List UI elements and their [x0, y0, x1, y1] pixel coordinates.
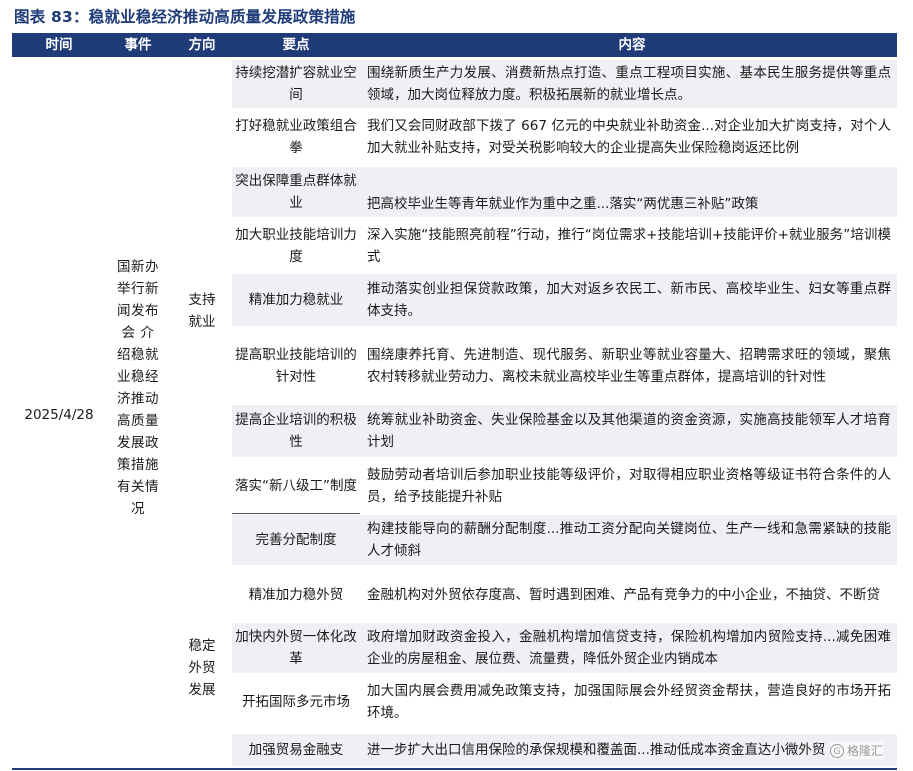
- row-key: 提高职业技能培训的针对性: [235, 346, 357, 385]
- row-content: 统筹就业补助资金、失业保险基金以及其他渠道的资金资源，实施高技能领军人才培育计划: [367, 412, 891, 450]
- watermark: G 格隆汇: [830, 742, 884, 759]
- event-line: 业稳经: [117, 369, 159, 385]
- table-row: 加快内外贸一体化改革 政府增加财政资金投入，金融机构增加信贷支持，保险机构增加内…: [232, 623, 897, 673]
- header-key-point: 要点: [282, 37, 310, 53]
- direction-employment: 支持 就业: [176, 289, 228, 333]
- row-key: 突出保障重点群体就业: [235, 173, 357, 211]
- table-header: 时间 事件 方向 要点 内容: [12, 33, 897, 57]
- row-content: 鼓励劳动者培训后参加职业技能等级评价，对取得相应职业资格等级证书符合条件的人员，…: [367, 467, 891, 505]
- row-content: 推动落实创业担保贷款政策，加大对返乡农民工、新市民、高校毕业生、妇女等重点群体支…: [367, 281, 891, 319]
- table-row: 完善分配制度 构建技能导向的薪酬分配制度...推动工资分配向关键岗位、生产一线和…: [232, 515, 897, 565]
- row-content: 围绕新质生产力发展、消费新热点打造、重点工程项目实施、基本民生服务提供等重点领域…: [367, 65, 891, 103]
- direction-line: 稳定: [188, 638, 216, 654]
- table-row: 提高职业技能培训的针对性 围绕康养托育、先进制造、现代服务、新职业等就业容量大、…: [232, 329, 897, 402]
- row-content: 金融机构对外贸依存度高、暂时遇到困难、产品有竞争力的中小企业，不抽贷、不断贷: [367, 586, 880, 603]
- row-key: 持续挖潜扩容就业空间: [235, 65, 357, 103]
- table-row: 加大职业技能培训力度 深入实施“技能照亮前程”行动，推行“岗位需求+技能培训+技…: [232, 220, 897, 272]
- event-line: 绍稳就: [117, 347, 159, 363]
- header-direction: 方向: [188, 37, 216, 53]
- event-line: 策措施: [117, 457, 159, 473]
- event-cell: 国新办 举行新 闻发布 会 介 绍稳就 业稳经 济推动 高质量 发展政 策措施 …: [104, 256, 172, 520]
- event-line: 高质量: [117, 413, 159, 429]
- row-key: 提高企业培训的积极性: [235, 412, 357, 450]
- event-line: 济推动: [117, 391, 159, 407]
- time-cell: 2025/4/28: [24, 407, 94, 423]
- event-line: 闻发布: [117, 303, 159, 319]
- event-line: 况: [131, 501, 145, 517]
- direction-trade: 稳定 外贸 发展: [176, 635, 228, 701]
- table-row: 持续挖潜扩容就业空间 围绕新质生产力发展、消费新热点打造、重点工程项目实施、基本…: [232, 60, 897, 108]
- row-content: 围绕康养托育、先进制造、现代服务、新职业等就业容量大、招聘需求旺的领域，聚焦农村…: [367, 346, 891, 385]
- header-content: 内容: [618, 37, 646, 53]
- header-time: 时间: [45, 37, 73, 53]
- table-row: 加强贸易金融支 进一步扩大出口信用保险的承保规模和覆盖面...推动低成本资金直达…: [232, 734, 897, 766]
- direction-line: 支持: [188, 292, 216, 308]
- figure-title: 图表 83：稳就业稳经济推动高质量发展政策措施: [14, 8, 356, 26]
- table-row: 精准加力稳就业 推动落实创业担保贷款政策，加大对返乡农民工、新市民、高校毕业生、…: [232, 274, 897, 326]
- row-content: 进一步扩大出口信用保险的承保规模和覆盖面...推动低成本资金直达小微外贸: [367, 742, 826, 758]
- table-row: 打好稳就业政策组合拳 我们又会同财政部下拨了 667 亿元的中央就业补助资金..…: [232, 111, 897, 162]
- table-bottom-rule: [12, 768, 897, 770]
- event-line: 发展政: [117, 435, 159, 451]
- section-divider: [232, 513, 360, 514]
- row-content: 把高校毕业生等青年就业作为重中之重...落实“两优惠三补贴”政策: [367, 196, 759, 212]
- watermark-logo-icon: G: [830, 743, 844, 758]
- table-row: 突出保障重点群体就业 把高校毕业生等青年就业作为重中之重...落实“两优惠三补贴…: [232, 167, 897, 217]
- row-key: 加强贸易金融支: [248, 742, 344, 758]
- event-line: 会 介: [121, 325, 155, 341]
- direction-line: 发展: [188, 682, 216, 698]
- direction-line: 就业: [188, 314, 216, 330]
- row-key: 落实“新八级工”制度: [235, 478, 357, 494]
- row-key: 打好稳就业政策组合拳: [235, 117, 357, 156]
- table-row: 精准加力稳外贸 金融机构对外贸依存度高、暂时遇到困难、产品有竞争力的中小企业，不…: [232, 567, 897, 622]
- row-content: 加大国内展会费用减免政策支持，加强国际展会外经贸资金帮扶，营造良好的市场开拓环境…: [367, 683, 891, 721]
- row-key: 开拓国际多元市场: [242, 694, 350, 710]
- event-line: 国新办: [117, 259, 159, 275]
- event-line: 举行新: [117, 281, 159, 297]
- row-content: 深入实施“技能照亮前程”行动，推行“岗位需求+技能培训+技能评价+就业服务”培训…: [367, 227, 891, 265]
- row-key: 加大职业技能培训力度: [235, 227, 357, 265]
- row-key: 精准加力稳就业: [248, 292, 344, 308]
- table-row: 开拓国际多元市场 加大国内展会费用减免政策支持，加强国际展会外经贸资金帮扶，营造…: [232, 676, 897, 728]
- row-content: 我们又会同财政部下拨了 667 亿元的中央就业补助资金...对企业加大扩岗支持，…: [367, 117, 891, 156]
- table-row: 落实“新八级工”制度 鼓励劳动者培训后参加职业技能等级评价，对取得相应职业资格等…: [232, 460, 897, 512]
- row-key: 精准加力稳外贸: [248, 586, 344, 603]
- row-key: 完善分配制度: [255, 532, 337, 548]
- header-event: 事件: [124, 37, 152, 53]
- table-row: 提高企业培训的积极性 统筹就业补助资金、失业保险基金以及其他渠道的资金资源，实施…: [232, 405, 897, 457]
- row-content: 政府增加财政资金投入，金融机构增加信贷支持，保险机构增加内贸险支持...减免困难…: [367, 629, 891, 667]
- row-key: 加快内外贸一体化改革: [235, 629, 357, 667]
- event-line: 有关情: [117, 479, 159, 495]
- watermark-text: 格隆汇: [847, 744, 884, 758]
- row-content: 构建技能导向的薪酬分配制度...推动工资分配向关键岗位、生产一线和急需紧缺的技能…: [367, 521, 891, 559]
- direction-line: 外贸: [188, 660, 216, 676]
